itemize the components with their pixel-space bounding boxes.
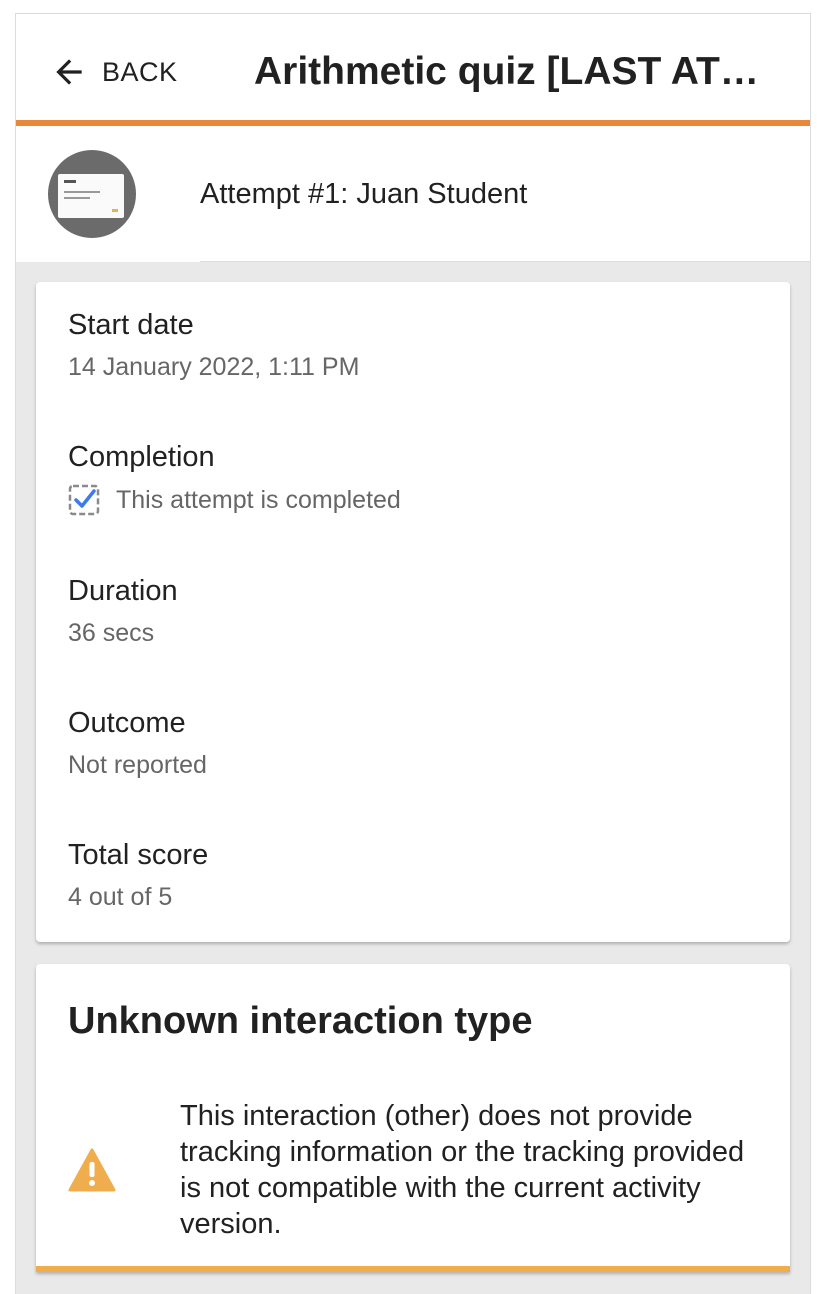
start-date-field: Start date 14 January 2022, 1:11 PM xyxy=(68,308,359,382)
attempt-title: Attempt #1: Juan Student xyxy=(200,178,528,210)
back-label: BACK xyxy=(102,56,178,87)
arrow-left-icon xyxy=(56,59,82,85)
thumbnail-card xyxy=(58,174,124,218)
interaction-card: Unknown interaction type This interactio… xyxy=(36,964,790,1272)
completion-value: This attempt is completed xyxy=(116,486,401,514)
duration-label: Duration xyxy=(68,575,178,607)
total-score-label: Total score xyxy=(68,839,209,871)
tab-indicator xyxy=(16,260,200,262)
page-title: Arithmetic quiz [LAST ATTEMPT] xyxy=(254,50,774,93)
top-bar: BACK Arithmetic quiz [LAST ATTEMPT] xyxy=(16,14,810,126)
warning-icon xyxy=(68,1148,116,1192)
outcome-field: Outcome Not reported xyxy=(68,706,207,780)
duration-field: Duration 36 secs xyxy=(68,574,178,648)
completion-value-row: This attempt is completed xyxy=(68,484,401,516)
total-score-value: 4 out of 5 xyxy=(68,883,173,911)
attempt-details-card: Start date 14 January 2022, 1:11 PM Comp… xyxy=(36,282,790,942)
app-frame: BACK Arithmetic quiz [LAST ATTEMPT] Atte… xyxy=(16,14,810,1294)
checkbox-checked-icon xyxy=(68,484,100,516)
completion-label: Completion xyxy=(68,441,215,473)
attempt-header: Attempt #1: Juan Student xyxy=(16,126,810,262)
back-button[interactable]: BACK xyxy=(50,52,178,92)
interaction-title: Unknown interaction type xyxy=(68,1000,533,1042)
outcome-label: Outcome xyxy=(68,707,186,739)
interaction-message: This interaction (other) does not provid… xyxy=(180,1100,745,1240)
start-date-label: Start date xyxy=(68,309,194,341)
duration-value: 36 secs xyxy=(68,619,155,647)
completion-field: Completion This attempt is completed xyxy=(68,440,401,516)
outcome-value: Not reported xyxy=(68,751,207,779)
start-date-value: 14 January 2022, 1:11 PM xyxy=(68,353,360,381)
total-score-field: Total score 4 out of 5 xyxy=(68,838,208,912)
activity-thumbnail xyxy=(48,150,136,238)
